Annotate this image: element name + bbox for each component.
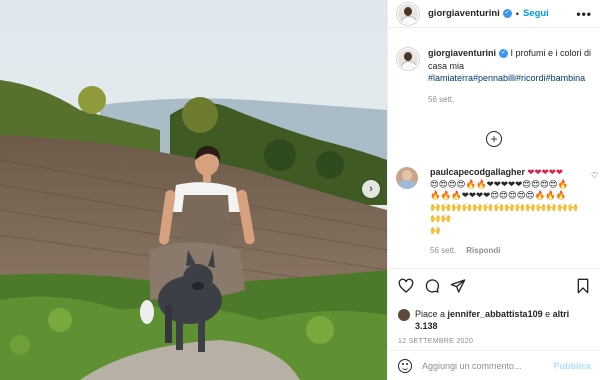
caption-timestamp[interactable]: 56 sett. — [428, 94, 596, 107]
liker-username[interactable]: jennifer_abbattista109 — [448, 309, 543, 319]
comment-bubble-icon[interactable] — [424, 278, 440, 294]
action-icons — [398, 277, 591, 295]
author-username[interactable]: giorgiaventurini — [428, 8, 500, 19]
comment-text-line: 🙌🙌🙌🙌🙌🙌🙌🙌🙌🙌🙌🙌🙌🙌🙌🙌 — [430, 201, 579, 224]
likes-conj: e — [545, 309, 551, 319]
comment-composer: Pubblica — [388, 350, 600, 380]
comment-text-line: 🙌 — [430, 224, 441, 235]
comment-input[interactable] — [422, 360, 542, 371]
likes-summary: Piace a jennifer_abbattista109 e altri 3… — [398, 308, 591, 332]
verified-badge-icon: ✓ — [499, 49, 509, 59]
share-paper-plane-icon[interactable] — [450, 278, 466, 294]
caption-hashtags[interactable]: #lamiaterra#pennabilli#ricordi#bambina — [428, 73, 585, 83]
comment-like-heart-icon[interactable]: ♡ — [591, 171, 598, 180]
comment-item: paulcapecodgallagher ❤❤❤❤❤ 😍😍😍😍🔥🔥❤❤❤❤❤😍😍… — [396, 167, 598, 255]
post-caption: giorgiaventurini ✓ I profumi e i colori d… — [396, 47, 596, 106]
post-date[interactable]: 12 SETTEMBRE 2020 — [398, 338, 591, 345]
post-header: giorgiaventurini ✓ • Segui ••• — [388, 0, 600, 28]
post-side-panel: giorgiaventurini ✓ • Segui ••• giorgiave… — [387, 0, 600, 380]
photo-scene — [0, 0, 387, 380]
reply-button[interactable]: Rispondi — [466, 246, 500, 255]
caption-author-username[interactable]: giorgiaventurini — [428, 48, 496, 58]
verified-badge-icon: ✓ — [502, 9, 512, 18]
next-comment-preview — [396, 259, 596, 267]
publish-button[interactable]: Pubblica — [553, 361, 591, 371]
likes-text: Piace a jennifer_abbattista109 e altri 3… — [415, 308, 591, 332]
comment-meta: 56 sett. Rispondi — [430, 246, 580, 255]
more-options-icon[interactable]: ••• — [576, 7, 592, 21]
avatar-image — [398, 49, 418, 69]
avatar-image — [398, 3, 418, 24]
author-avatar[interactable] — [396, 1, 420, 26]
follow-button[interactable]: Segui — [523, 8, 549, 19]
comment-text-line: 🔥🔥🔥❤❤❤❤😍😍😍😍😍🔥🔥🔥 — [430, 190, 567, 200]
commenter-username[interactable]: paulcapecodgallagher — [430, 167, 525, 177]
save-bookmark-icon[interactable] — [575, 278, 591, 294]
post-photo[interactable]: › — [0, 0, 387, 380]
caption-text-block: giorgiaventurini ✓ I profumi e i colori d… — [428, 47, 596, 106]
comment-body: paulcapecodgallagher ❤❤❤❤❤ 😍😍😍😍🔥🔥❤❤❤❤❤😍😍… — [430, 167, 580, 255]
comment-timestamp[interactable]: 56 sett. — [430, 246, 456, 255]
comment-text-line: 😍😍😍😍🔥🔥❤❤❤❤❤😍😍😍😍🔥 — [430, 178, 569, 189]
instagram-post: › giorgiaventurini ✓ • Segui ••• giorgia… — [0, 0, 600, 380]
like-heart-icon[interactable] — [398, 278, 414, 294]
emoji-smiley-icon[interactable] — [398, 358, 412, 373]
load-more-comments-plus-icon[interactable]: + — [486, 131, 502, 147]
likes-prefix: Piace a — [415, 309, 446, 319]
next-photo-chevron-icon[interactable]: › — [362, 180, 380, 198]
liker-avatar[interactable] — [398, 309, 410, 321]
comment-text-line: ❤❤❤❤❤ — [527, 167, 564, 177]
commenter-avatar[interactable] — [396, 167, 418, 189]
post-actions: Piace a jennifer_abbattista109 e altri 3… — [388, 268, 600, 345]
caption-author-avatar[interactable] — [396, 47, 420, 71]
separator-dot: • — [515, 8, 519, 19]
